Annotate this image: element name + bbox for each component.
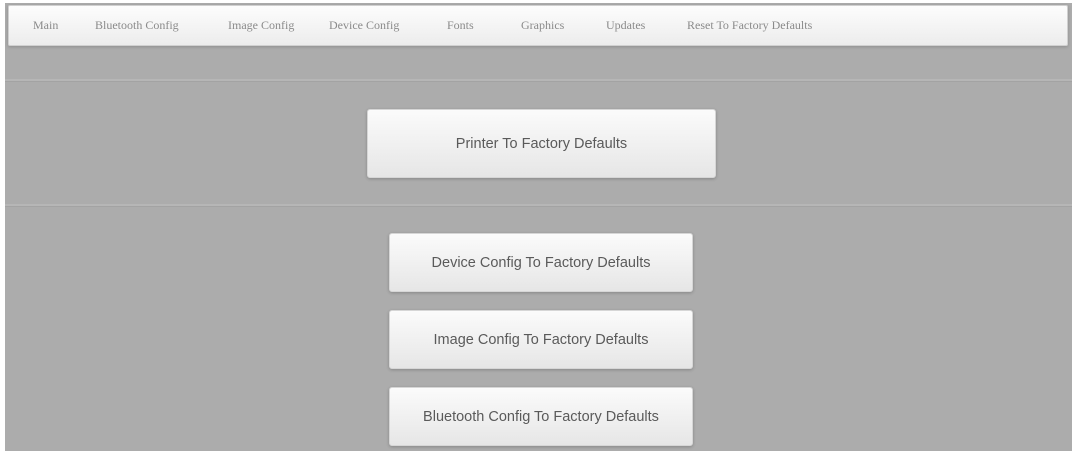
device-config-factory-defaults-button[interactable]: Device Config To Factory Defaults [389,233,693,292]
section-divider [5,79,1072,82]
image-config-factory-defaults-button[interactable]: Image Config To Factory Defaults [389,310,693,369]
nav-item-graphics[interactable]: Graphics [521,6,564,45]
top-nav-bar: Main Bluetooth Config Image Config Devic… [8,5,1068,46]
nav-item-updates[interactable]: Updates [606,6,645,45]
bluetooth-config-factory-defaults-button[interactable]: Bluetooth Config To Factory Defaults [389,387,693,446]
printer-factory-defaults-button[interactable]: Printer To Factory Defaults [367,109,716,178]
nav-item-main[interactable]: Main [33,6,58,45]
nav-item-bluetooth-config[interactable]: Bluetooth Config [95,6,179,45]
section-divider [5,204,1072,207]
content-area [5,3,1072,451]
nav-item-fonts[interactable]: Fonts [447,6,474,45]
nav-item-reset-to-factory-defaults[interactable]: Reset To Factory Defaults [687,6,812,45]
nav-item-device-config[interactable]: Device Config [329,6,399,45]
nav-item-image-config[interactable]: Image Config [228,6,294,45]
